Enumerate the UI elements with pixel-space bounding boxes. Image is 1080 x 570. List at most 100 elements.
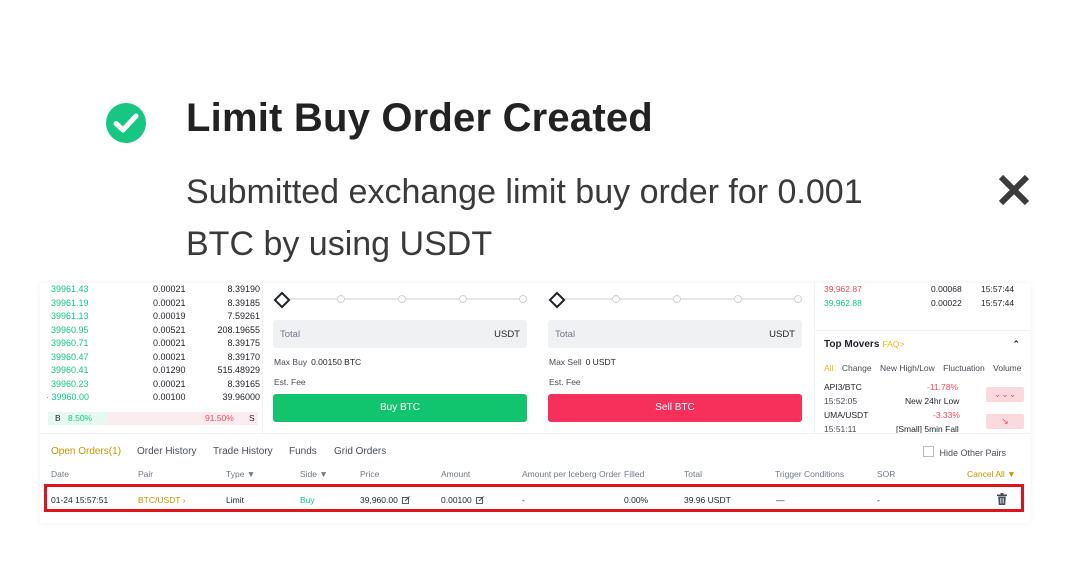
buy-btc-button[interactable]: Buy BTC <box>273 394 527 422</box>
mover-change: -3.33% <box>933 410 960 420</box>
order-book-amount: 0.00021 <box>153 297 186 308</box>
tab-order-history[interactable]: Order History <box>137 446 196 457</box>
order-book-row[interactable]: · 39960.00 0.00100 39.96000 <box>40 391 262 404</box>
order-book-price: 39960.95 <box>51 324 89 335</box>
toast-title: Limit Buy Order Created <box>186 96 653 140</box>
faq-link[interactable]: FAQ> <box>882 339 904 349</box>
slider-step[interactable] <box>794 295 802 303</box>
tab-volume[interactable]: Volume <box>993 363 1021 373</box>
tab-trade-history[interactable]: Trade History <box>213 446 273 457</box>
total-placeholder: Total <box>555 329 576 340</box>
order-trigger: — <box>776 495 785 505</box>
total-unit: USDT <box>769 329 795 340</box>
orders-tabs: Open Orders(1) Order History Trade Histo… <box>40 433 1030 458</box>
total-unit: USDT <box>494 329 520 340</box>
buy-ratio-label: B <box>55 413 61 423</box>
open-order-row: 01-24 15:57:51 BTC/USDT › Limit Buy 39,9… <box>44 484 1024 512</box>
order-book-price: · 39960.00 <box>46 392 90 402</box>
top-movers-header: Top Movers FAQ> ⌃ <box>824 339 1024 350</box>
tab-funds[interactable]: Funds <box>289 446 317 457</box>
order-book-amount: 0.01290 <box>153 365 186 375</box>
sell-total-field[interactable]: Total USDT <box>548 320 802 348</box>
order-book-price: 39960.41 <box>51 365 89 375</box>
tab-grid-orders[interactable]: Grid Orders <box>334 446 386 457</box>
edit-price-icon[interactable] <box>401 496 410 504</box>
slider-step[interactable] <box>673 295 681 303</box>
order-book-row[interactable]: 39960.41 0.01290 515.48929 <box>40 364 262 377</box>
order-book-total: 7.59261 <box>227 311 260 321</box>
order-book-row[interactable]: 39961.19 0.00021 8.39185 <box>40 297 262 310</box>
order-filled: 0.00% <box>624 495 649 505</box>
collapse-icon[interactable]: ⌃ <box>1012 339 1020 350</box>
order-book-amount: 0.00021 <box>153 378 186 389</box>
order-book-amount: 0.00100 <box>153 392 186 402</box>
mover-pair: UMA/USDT <box>824 410 869 420</box>
order-book-row[interactable]: 39960.47 0.00021 8.39170 <box>40 351 262 364</box>
order-book-row[interactable]: 39960.23 0.00021 8.39165 <box>40 378 262 391</box>
order-price: 39,960.00 <box>360 495 410 505</box>
trend-down-icon: ⌄⌄⌄ <box>986 387 1024 402</box>
sell-btc-button[interactable]: Sell BTC <box>548 394 802 422</box>
mover-desc: New 24hr Low <box>905 396 960 406</box>
order-book-price: 39960.47 <box>51 351 89 362</box>
trade-amount: 0.00022 <box>931 297 962 308</box>
order-book-row[interactable]: 39960.95 0.00521 208.19655 <box>40 324 262 337</box>
est-fee-label: Est. Fee <box>549 377 581 387</box>
sell-ratio-fill <box>108 412 258 425</box>
slider-step[interactable] <box>734 295 742 303</box>
trade-time: 15:57:44 <box>981 284 1015 294</box>
trade-price: 39,962.87 <box>824 284 862 294</box>
order-book-price: 39961.43 <box>51 284 89 294</box>
toast-message: Submitted exchange limit buy order for 0… <box>186 173 863 263</box>
buy-amount-slider[interactable] <box>273 291 527 309</box>
cancel-all-button[interactable]: Cancel All ▼ <box>967 469 1016 479</box>
mover-change: -11.78% <box>927 382 959 392</box>
order-book-total: 8.39185 <box>227 297 260 308</box>
order-book-total: 39.96000 <box>222 392 260 402</box>
tab-fluctuation[interactable]: Fluctuation <box>943 363 985 373</box>
order-book-price: 39960.23 <box>51 378 89 389</box>
buy-form: Total USDT Max Buy 0.00150 BTC Est. Fee B… <box>273 283 529 433</box>
mover-time: 15:51:11 <box>824 424 857 433</box>
buy-ratio-value: 8.50% <box>68 413 93 423</box>
divider <box>814 330 1030 331</box>
tab-change[interactable]: Change <box>842 363 872 373</box>
trash-icon[interactable] <box>997 493 1007 505</box>
hide-other-pairs-checkbox[interactable] <box>923 446 935 457</box>
tab-open-orders[interactable]: Open Orders(1) <box>51 446 121 457</box>
col-price: Price <box>360 469 380 479</box>
order-book-total: 208.19655 <box>217 324 260 335</box>
order-total: 39.96 USDT <box>684 495 731 505</box>
slider-step[interactable] <box>519 295 527 303</box>
tab-new-high-low[interactable]: New High/Low <box>880 363 935 373</box>
order-book-row[interactable]: 39960.71 0.00021 8.39175 <box>40 337 262 350</box>
trade-time: 15:57:44 <box>981 297 1015 308</box>
col-side-filter[interactable]: Side ▼ <box>300 469 328 479</box>
edit-amount-icon[interactable] <box>475 496 484 504</box>
top-movers-title: Top Movers <box>824 339 880 350</box>
close-icon[interactable] <box>992 168 1036 212</box>
sell-ratio-label: S <box>249 413 255 423</box>
order-book-amount: 0.00021 <box>153 338 186 348</box>
order-book-row[interactable]: 39961.13 0.00019 7.59261 <box>40 310 262 323</box>
slider-step[interactable] <box>337 295 345 303</box>
sell-amount-slider[interactable] <box>548 291 802 309</box>
buy-sell-ratio-bar: B 8.50% 91.50% S <box>48 412 258 425</box>
slider-handle[interactable] <box>548 291 566 309</box>
col-pair: Pair <box>138 469 154 479</box>
slider-step[interactable] <box>459 295 467 303</box>
slider-handle[interactable] <box>273 291 291 309</box>
market-trade-row: 39,962.88 0.00022 15:57:44 <box>824 297 1024 310</box>
order-book-amount: 0.00019 <box>153 311 186 321</box>
order-book-price: 39960.71 <box>51 338 89 348</box>
max-buy: Max Buy 0.00150 BTC <box>274 357 362 367</box>
order-book-row[interactable]: 39961.43 0.00021 8.39190 <box>40 283 262 296</box>
slider-step[interactable] <box>398 295 406 303</box>
col-type-filter[interactable]: Type ▼ <box>226 469 255 479</box>
slider-step[interactable] <box>612 295 620 303</box>
order-pair-link[interactable]: BTC/USDT › <box>138 495 186 505</box>
order-book-price: 39961.13 <box>51 311 89 321</box>
divider <box>814 283 815 433</box>
tab-all[interactable]: All <box>824 363 833 373</box>
buy-total-field[interactable]: Total USDT <box>273 320 527 348</box>
